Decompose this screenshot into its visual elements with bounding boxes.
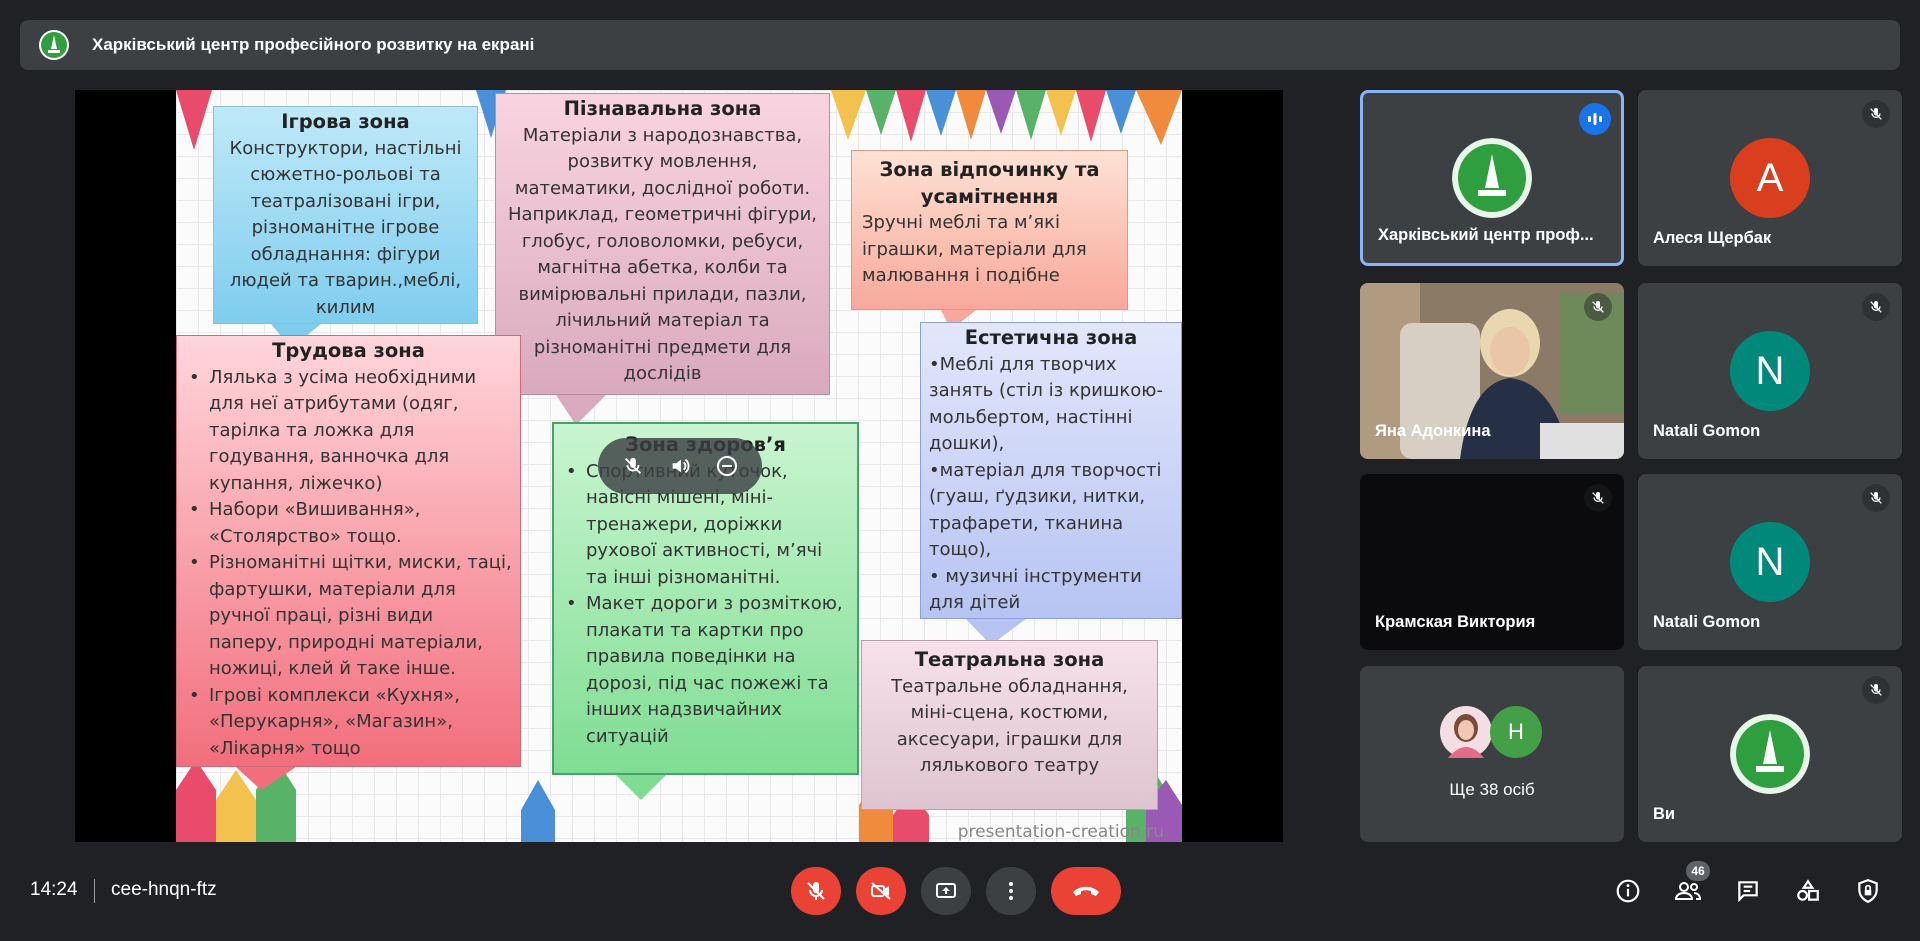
avatar: N	[1730, 522, 1810, 602]
shield-lock-icon	[1858, 879, 1878, 904]
list-item: Ігрові комплекси «Кухня», «Перукарня», «…	[185, 683, 512, 763]
participant-name: Крамская Виктория	[1375, 613, 1536, 631]
participants-count-badge: 46	[1686, 861, 1710, 881]
minus-circle-icon[interactable]	[712, 451, 742, 481]
meeting-code: cee-hnqn-ftz	[111, 879, 217, 900]
bottom-toolbar: 14:24 cee-hnqn-ftz 46	[0, 861, 1920, 941]
hang-up-icon	[1073, 886, 1099, 896]
zone-aesthetic-title: Естетична зона	[964, 326, 1138, 349]
presenting-banner: Харківський центр професійного розвитку …	[20, 20, 1900, 70]
leave-call-button[interactable]	[1051, 867, 1121, 915]
list-item: Набори «Вишивання», «Столярство» тощо.	[185, 497, 512, 550]
self-tile[interactable]: Ви	[1638, 666, 1902, 842]
participant-name: Алеся Щербак	[1653, 229, 1772, 247]
divider	[94, 879, 95, 903]
zone-knowledge: Пізнавальна зона Матеріали з народознавс…	[495, 93, 830, 395]
mic-off-icon	[1584, 293, 1612, 321]
participant-tile[interactable]: A Алеся Щербак	[1638, 90, 1902, 266]
shapes-icon	[1797, 879, 1819, 901]
participant-tile[interactable]: Харківський центр проф...	[1360, 90, 1624, 266]
zone-knowledge-title: Пізнавальна зона	[563, 97, 762, 120]
camera-off-icon	[871, 882, 891, 900]
mic-off-icon	[1862, 484, 1890, 512]
activities-button[interactable]	[1792, 875, 1824, 907]
list-item: •Меблі для творчих занять (стіл із кришк…	[929, 353, 1163, 455]
presentation-media-controls	[598, 438, 762, 494]
people-icon	[1674, 882, 1702, 900]
list-item: • музичні інструменти для дітей	[929, 565, 1142, 614]
mic-off-icon	[1862, 100, 1890, 128]
participant-tile[interactable]: N Natali Gomon	[1638, 283, 1902, 459]
mic-off-icon	[1584, 484, 1612, 512]
participant-tile[interactable]: N Natali Gomon	[1638, 474, 1902, 650]
volume-icon[interactable]	[665, 451, 695, 481]
avatar: Н	[1490, 706, 1542, 758]
zone-game: Ігрова зона Конструктори, настільні сюже…	[213, 106, 478, 324]
participant-name: Яна Адонкина	[1375, 422, 1491, 440]
speaking-indicator-icon	[1579, 103, 1611, 135]
zone-knowledge-text: Матеріали з народознавства, розвитку мов…	[507, 124, 818, 385]
toggle-mic-button[interactable]	[791, 867, 841, 915]
mic-off-icon	[1862, 293, 1890, 321]
zone-rest: Зона відпочинку та усамітнення Зручні ме…	[851, 150, 1128, 310]
zone-theater-title: Театральна зона	[914, 648, 1105, 671]
avatar	[1440, 706, 1492, 758]
present-screen-button[interactable]	[921, 867, 971, 915]
participant-tile[interactable]: Крамская Виктория	[1360, 474, 1624, 650]
zone-aesthetic: Естетична зона •Меблі для творчих занять…	[920, 322, 1182, 619]
participant-name: Natali Gomon	[1653, 613, 1761, 631]
list-item: Макет дороги з розміткою, плакати та кар…	[562, 591, 849, 750]
chat-icon	[1738, 881, 1758, 903]
participant-name: Харківський центр проф...	[1378, 226, 1594, 244]
green-emblem-icon	[39, 30, 69, 60]
mic-off-icon	[1862, 676, 1890, 704]
zone-labor-title: Трудова зона	[272, 339, 425, 362]
present-icon	[936, 883, 956, 898]
zone-game-title: Ігрова зона	[281, 110, 410, 133]
avatar: N	[1730, 331, 1810, 411]
zone-theater: Театральна зона Театральне обладнання, м…	[861, 640, 1158, 810]
list-item: •матеріал для творчості (гуаш, ґудзики, …	[929, 459, 1162, 561]
participant-tile[interactable]: Яна Адонкина	[1360, 283, 1624, 459]
more-participants-label: Ще 38 осіб	[1449, 780, 1535, 799]
more-vert-icon	[1009, 882, 1013, 900]
avatar: A	[1730, 138, 1810, 218]
meeting-details-button[interactable]	[1612, 875, 1644, 907]
zone-rest-title: Зона відпочинку та усамітнення	[879, 158, 1100, 208]
banner-title: Харківський центр професійного розвитку …	[92, 35, 535, 54]
participant-name: Natali Gomon	[1653, 422, 1761, 440]
chat-button[interactable]	[1732, 875, 1764, 907]
mic-off-icon	[807, 882, 825, 900]
meeting-clock: 14:24	[30, 879, 78, 900]
zone-labor: Трудова зона Лялька з усіма необхідними …	[176, 335, 521, 767]
slide-watermark: presentation-creation.ru	[957, 822, 1164, 842]
more-participants-tile[interactable]: Н Ще 38 осіб	[1360, 666, 1624, 842]
list-item: Різноманітні щітки, миски, таці, фартушк…	[185, 550, 512, 683]
toggle-camera-button[interactable]	[856, 867, 906, 915]
info-icon	[1616, 879, 1640, 903]
zone-game-text: Конструктори, настільні сюжетно-рольові …	[229, 137, 462, 318]
participant-name: Ви	[1653, 805, 1676, 823]
green-emblem-icon	[1730, 714, 1810, 794]
mic-off-icon[interactable]	[618, 451, 648, 481]
zone-theater-text: Театральне обладнання, міні-сцена, костю…	[891, 675, 1128, 777]
host-controls-button[interactable]	[1852, 875, 1884, 907]
green-emblem-icon	[1452, 138, 1532, 218]
more-options-button[interactable]	[986, 867, 1036, 915]
list-item: Лялька з усіма необхідними для неї атриб…	[185, 365, 512, 498]
zone-rest-text: Зручні меблі та м’які іграшки, матеріали…	[862, 212, 1087, 286]
